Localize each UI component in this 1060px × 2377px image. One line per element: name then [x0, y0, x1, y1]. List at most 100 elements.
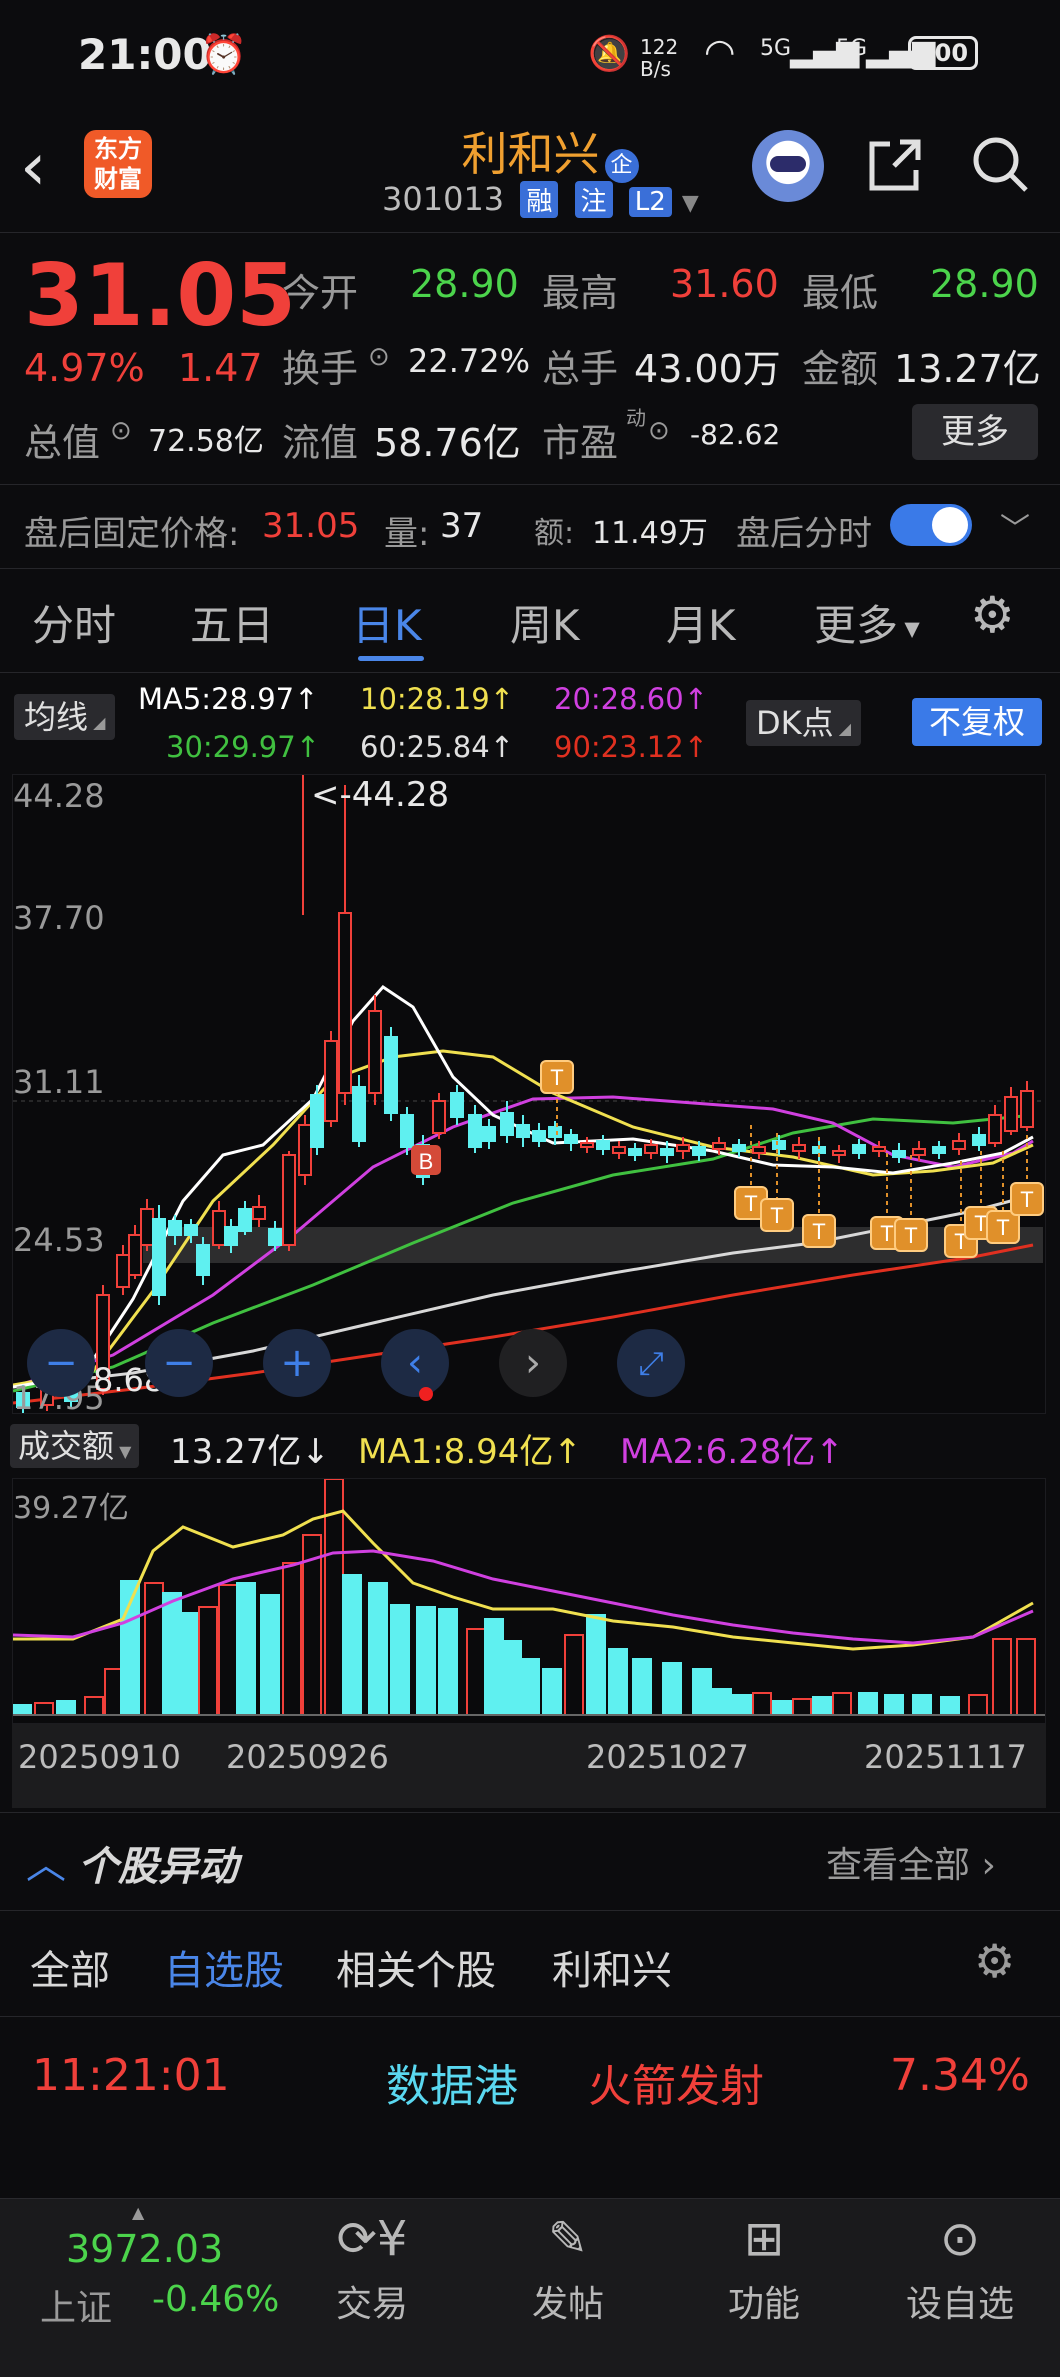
buy-marker[interactable]: B — [411, 1145, 441, 1175]
brand-logo[interactable]: 东方 财富 — [84, 130, 152, 198]
volume-bar — [608, 1648, 628, 1716]
candle-body — [252, 1206, 266, 1220]
share-icon[interactable] — [866, 136, 924, 194]
signal-5g-2: 5G — [836, 36, 868, 61]
tab-daily-k[interactable]: 日K — [352, 592, 422, 653]
t-marker-label: T — [974, 1211, 987, 1236]
nav-post[interactable]: ✎ 发帖 — [468, 2211, 668, 2327]
nav-trade-label: 交易 — [335, 2284, 408, 2325]
collapse-up-icon[interactable]: ︿ — [26, 1832, 66, 1890]
after-hours-toggle[interactable] — [890, 504, 972, 546]
turnover-info-icon[interactable]: ⊙ — [368, 342, 390, 372]
movers-settings-icon[interactable]: ⚙ — [974, 1934, 1015, 1988]
volume-bar — [484, 1618, 504, 1716]
filter-all[interactable]: 全部 — [30, 1938, 110, 1996]
filter-related[interactable]: 相关个股 — [336, 1938, 496, 1996]
candle-body — [628, 1148, 642, 1156]
tab-monthly-k[interactable]: 月K — [666, 592, 736, 653]
back-button[interactable]: ‹ — [20, 128, 46, 205]
kline-chart[interactable]: B TTTTTTTTTT 44.28 37.70 31.11 24.53 17.… — [12, 774, 1046, 1417]
candle-body — [238, 1208, 252, 1232]
candle-body — [548, 1126, 562, 1138]
scroll-left-icon[interactable]: ‹ — [381, 1329, 449, 1397]
candle-body — [832, 1150, 846, 1156]
candle-body — [450, 1092, 464, 1118]
net-speed: 122 B/s — [640, 35, 679, 81]
y-label-3: 31.11 — [13, 1063, 105, 1101]
ma-selector-label: 均线 — [24, 698, 89, 736]
zoom-in-icon[interactable]: + — [263, 1329, 331, 1397]
code-dropdown-icon[interactable]: ▼ — [682, 191, 699, 216]
pe-value: -82.62 — [690, 418, 781, 451]
mover-pct: 7.34% — [890, 2050, 1030, 2101]
scroll-right-icon[interactable]: › — [499, 1329, 567, 1397]
volume-y-label: 39.27亿 — [13, 1491, 129, 1526]
dk-button[interactable]: DK点 ◢ — [746, 700, 862, 746]
volume-bar — [586, 1614, 606, 1716]
adjust-button[interactable]: 不复权 — [912, 698, 1042, 746]
wifi-icon: ◠ — [704, 32, 736, 73]
filter-stock[interactable]: 利和兴 — [552, 1938, 672, 1996]
stock-code: 301013 — [382, 180, 505, 218]
active-tab-underline — [358, 656, 424, 661]
brand-line1: 东方 — [94, 135, 142, 163]
after-hours-amt: 11.49万 — [592, 516, 708, 551]
view-all-link[interactable]: 查看全部 › — [826, 1836, 996, 1888]
candle-body — [196, 1244, 210, 1276]
index-change[interactable]: -0.46% — [152, 2279, 279, 2320]
chart-settings-icon[interactable]: ⚙ — [970, 590, 1015, 640]
volume-bar — [992, 1638, 1012, 1716]
svg-text:B: B — [419, 1149, 434, 1174]
zoom-out-button[interactable]: − — [27, 1329, 95, 1397]
index-value[interactable]: 3972.03 — [66, 2227, 223, 2271]
candle-body — [310, 1094, 324, 1148]
ma5-line — [13, 985, 1034, 1389]
mover-row[interactable]: 11:21:01 数据港 火箭发射 7.34% — [0, 2050, 1060, 2120]
t-marker-label: T — [996, 1215, 1009, 1240]
volume-chart[interactable]: 39.27亿 — [12, 1478, 1046, 1724]
tab-more[interactable]: 更多 ▼ — [814, 592, 920, 653]
fullscreen-icon[interactable]: ⤢ — [617, 1329, 685, 1397]
filter-watchlist[interactable]: 自选股 — [164, 1938, 284, 1996]
candle-body — [676, 1144, 690, 1152]
zoom-out-icon[interactable]: − — [145, 1329, 213, 1397]
volume-selector[interactable]: 成交额 ▼ — [10, 1424, 140, 1468]
ma-selector[interactable]: 均线 ◢ — [14, 694, 116, 740]
tab-weekly-k[interactable]: 周K — [510, 592, 580, 653]
stock-title[interactable]: 利和兴 企 — [430, 118, 670, 184]
edit-icon: ✎ — [547, 2211, 589, 2267]
float-value: 58.76亿 — [374, 421, 521, 465]
y-label-2: 37.70 — [13, 899, 105, 937]
tab-five-day[interactable]: 五日 — [190, 592, 274, 653]
pe-info-icon[interactable]: ⊙ — [648, 416, 670, 446]
volume-bar — [416, 1606, 436, 1716]
mktcap-label: 总值 — [24, 421, 101, 465]
index-name[interactable]: 上证 — [40, 2279, 112, 2331]
volume-bar — [502, 1640, 522, 1716]
current-price: 31.05 — [24, 246, 297, 346]
alarm-icon: ⏰ — [200, 32, 248, 76]
candle-body — [482, 1126, 496, 1142]
candle-body — [872, 1146, 886, 1152]
volume-bar — [884, 1694, 904, 1716]
date-label-3: 20251027 — [586, 1738, 749, 1776]
candle-body — [116, 1254, 130, 1288]
ma5-value: MA5:28.97↑ — [138, 682, 319, 716]
candle-body — [852, 1144, 866, 1154]
nav-trade[interactable]: ⟳¥ 交易 — [272, 2211, 472, 2327]
more-button[interactable]: 更多 — [912, 404, 1038, 460]
margin-tag: 融 — [520, 181, 559, 218]
tab-intraday[interactable]: 分时 — [32, 592, 116, 653]
candle-body — [988, 1114, 1002, 1144]
low-value: 28.90 — [930, 262, 1039, 306]
volume-bar — [260, 1594, 280, 1716]
volume-bar — [564, 1634, 584, 1716]
robot-avatar-icon[interactable] — [752, 130, 824, 202]
candle-body — [368, 1010, 382, 1094]
mktcap-info-icon[interactable]: ⊙ — [110, 416, 132, 446]
signal-5g-1: 5G — [760, 36, 792, 61]
search-icon[interactable] — [968, 132, 1032, 196]
collapse-chevron-icon[interactable]: ﹀ — [1000, 504, 1030, 548]
nav-add-watchlist[interactable]: ⊙ 设自选 — [860, 2211, 1060, 2327]
nav-functions[interactable]: ⊞ 功能 — [664, 2211, 864, 2327]
